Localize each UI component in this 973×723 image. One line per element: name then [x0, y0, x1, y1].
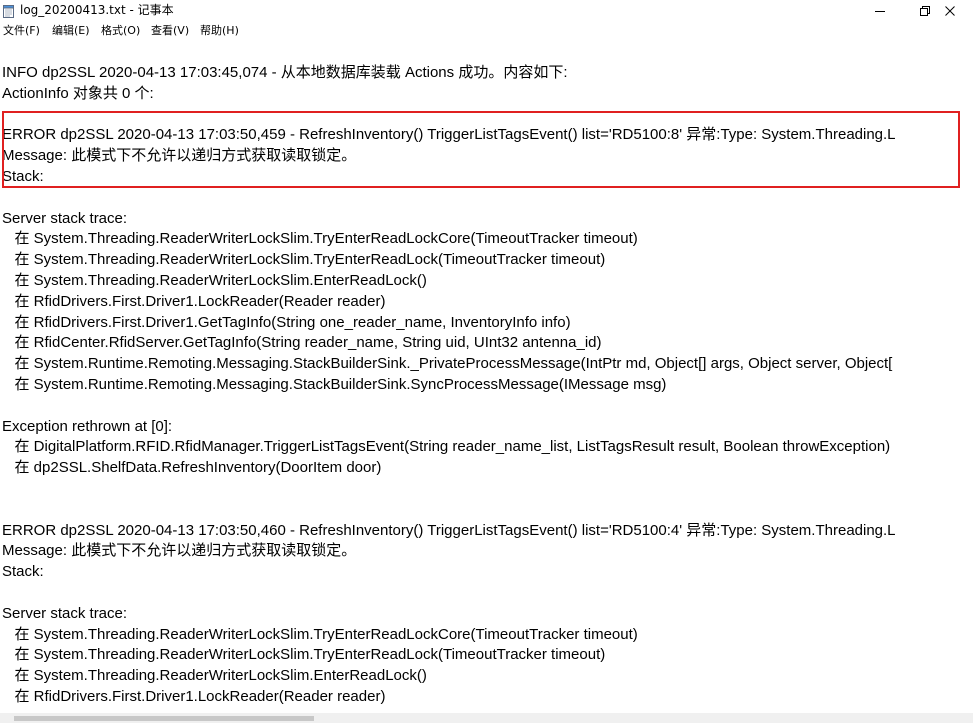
text-line: Server stack trace: — [2, 604, 128, 622]
text-line: 在 RfidDrivers.First.Driver1.GetTagInfo(S… — [2, 313, 571, 331]
text-line: 在 System.Threading.ReaderWriterLockSlim.… — [2, 251, 606, 269]
text-line: 在 System.Threading.ReaderWriterLockSlim.… — [2, 667, 427, 685]
text-line: 在 System.Threading.ReaderWriterLockSlim.… — [2, 646, 606, 664]
text-line: Stack: — [2, 563, 44, 581]
menu-view[interactable]: 查看(V) — [151, 24, 189, 38]
text-line: 在 System.Runtime.Remoting.Messaging.Stac… — [2, 376, 667, 393]
text-line: 在 System.Runtime.Remoting.Messaging.Stac… — [2, 355, 893, 373]
text-line: ActionInfo 对象共 0 个: — [2, 84, 154, 102]
menu-help[interactable]: 帮助(H) — [200, 24, 239, 38]
text-line: Message: 此模式下不允许以递归方式获取读取锁定。 — [2, 542, 357, 560]
menu-edit[interactable]: 编辑(E) — [52, 24, 90, 38]
text-line: Exception rethrown at [0]: — [2, 417, 173, 435]
text-line: 在 System.Threading.ReaderWriterLockSlim.… — [2, 625, 638, 643]
text-line: Message: 此模式下不允许以递归方式获取读取锁定。 — [2, 147, 357, 165]
menu-bar: 文件(F) 编辑(E) 格式(O) 查看(V) 帮助(H) — [0, 21, 973, 41]
text-editor[interactable]: INFO dp2SSL 2020-04-13 17:03:45,074 - 从本… — [0, 41, 973, 713]
text-line: 在 System.Threading.ReaderWriterLockSlim.… — [2, 272, 427, 289]
text-line: ERROR dp2SSL 2020-04-13 17:03:50,459 - R… — [2, 126, 896, 144]
text-line: 在 DigitalPlatform.RFID.RfidManager.Trigg… — [2, 438, 891, 456]
menu-format[interactable]: 格式(O) — [101, 24, 140, 38]
text-line: INFO dp2SSL 2020-04-13 17:03:45,074 - 从本… — [2, 64, 568, 81]
notepad-icon — [3, 3, 14, 18]
minimize-button[interactable] — [857, 0, 903, 21]
close-icon — [945, 5, 955, 16]
text-line: ERROR dp2SSL 2020-04-13 17:03:50,460 - R… — [2, 521, 896, 539]
scrollbar-thumb[interactable] — [14, 716, 314, 721]
text-line: Server stack trace: — [2, 209, 128, 227]
text-line: Stack: — [2, 168, 44, 185]
title-bar[interactable]: log_20200413.txt - 记事本 — [0, 0, 973, 21]
text-line: 在 RfidCenter.RfidServer.GetTagInfo(Strin… — [2, 334, 602, 352]
horizontal-scrollbar[interactable] — [0, 713, 973, 723]
window-title: log_20200413.txt - 记事本 — [20, 3, 174, 17]
text-line: 在 RfidDrivers.First.Driver1.LockReader(R… — [2, 292, 386, 310]
text-line: 在 RfidDrivers.First.Driver1.LockReader(R… — [2, 688, 386, 705]
minimize-icon — [875, 6, 885, 16]
text-line: 在 dp2SSL.ShelfData.RefreshInventory(Door… — [2, 459, 382, 477]
menu-file[interactable]: 文件(F) — [3, 24, 40, 38]
close-button[interactable] — [927, 0, 973, 21]
text-line: 在 System.Threading.ReaderWriterLockSlim.… — [2, 230, 638, 248]
